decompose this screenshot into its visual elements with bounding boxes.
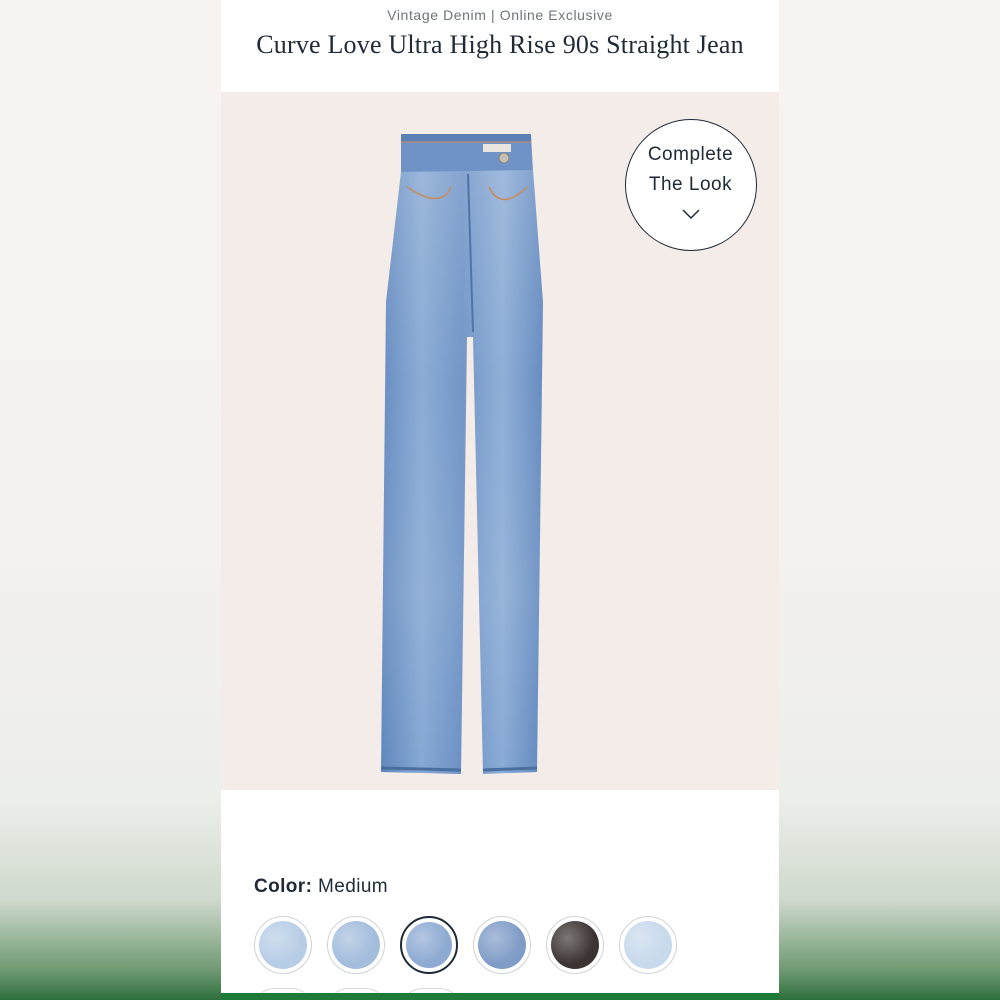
swatch-fill [551, 921, 599, 969]
complete-the-look-button[interactable]: Complete The Look [625, 119, 757, 251]
product-title: Curve Love Ultra High Rise 90s Straight … [256, 30, 744, 59]
color-label: Color: [254, 876, 313, 897]
complete-the-look-line2: The Look [648, 174, 733, 195]
left-background [0, 0, 221, 1000]
color-swatch-black-wash[interactable] [546, 916, 604, 974]
color-swatch-medium-dark-wash[interactable] [473, 916, 531, 974]
complete-the-look-line1: Complete [647, 144, 734, 165]
color-swatch-medium-wash[interactable] [400, 916, 458, 974]
product-page: Vintage Denim | Online Exclusive Curve L… [221, 0, 779, 1000]
brand-green-bar [221, 993, 779, 1000]
product-photo[interactable]: Complete The Look [221, 92, 779, 790]
swatch-fill [259, 921, 307, 969]
swatch-fill [406, 922, 452, 968]
color-swatch-bleach-wash[interactable] [619, 916, 677, 974]
swatch-fill [332, 921, 380, 969]
swatch-fill [478, 921, 526, 969]
color-selector-label: Color: Medium [254, 876, 388, 898]
right-background [779, 0, 1000, 1000]
chevron-down-icon [682, 209, 700, 220]
color-swatch-light-wash[interactable] [254, 916, 312, 974]
swatch-fill [624, 921, 672, 969]
color-swatches [254, 916, 774, 976]
product-kicker: Vintage Denim | Online Exclusive [387, 7, 613, 23]
color-swatch-light-medium-wash[interactable] [327, 916, 385, 974]
color-value: Medium [318, 876, 389, 897]
